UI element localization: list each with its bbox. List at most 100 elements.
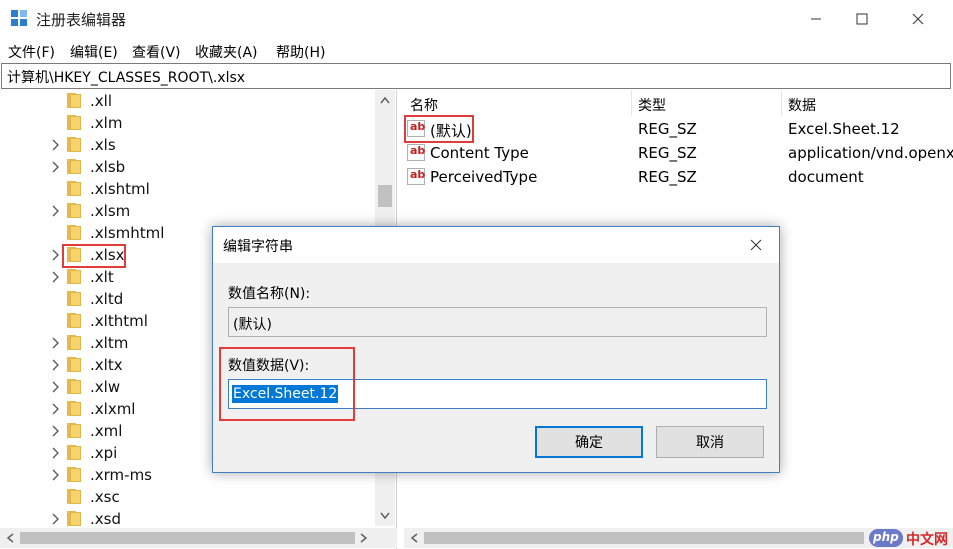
tree-item-label: .xlthtml: [90, 312, 148, 330]
chevron-right-icon[interactable]: [51, 424, 61, 438]
address-path: 计算机\HKEY_CLASSES_ROOT\.xlsx: [7, 70, 246, 86]
tree-scroll-thumb[interactable]: [378, 185, 392, 207]
selected-key-highlight: [62, 244, 126, 268]
address-bar[interactable]: 计算机\HKEY_CLASSES_ROOT\.xlsx: [1, 63, 951, 89]
tree-hscroll-thumb[interactable]: [20, 532, 355, 544]
tree-item[interactable]: .xsc: [0, 486, 375, 508]
chevron-right-icon[interactable]: [51, 358, 61, 372]
tree-item-label: .xltx: [90, 356, 123, 374]
tree-item-label: .xlshtml: [90, 180, 150, 198]
chevron-right-icon[interactable]: [51, 468, 61, 482]
menu-help[interactable]: 帮助(H): [276, 42, 325, 62]
folder-icon: [67, 115, 83, 130]
close-icon: [912, 13, 924, 25]
tree-item-label: .xll: [90, 92, 112, 110]
value-name: Content Type: [430, 144, 529, 162]
value-data-highlight: [219, 347, 355, 421]
column-header-name[interactable]: 名称: [404, 90, 632, 116]
value-row[interactable]: ab PerceivedType REG_SZ document: [404, 165, 953, 189]
tree-item-label: .xpi: [90, 444, 118, 462]
tree-item-label: .xlm: [90, 114, 123, 132]
folder-icon: [67, 203, 83, 218]
chevron-right-icon[interactable]: [51, 512, 61, 526]
ok-button[interactable]: 确定: [535, 426, 643, 458]
tree-item-label: .xlw: [90, 378, 121, 396]
folder-icon: [67, 467, 83, 482]
menu-favorites[interactable]: 收藏夹(A): [195, 42, 258, 62]
folder-icon: [67, 137, 83, 152]
tree-item[interactable]: .xlshtml: [0, 178, 375, 200]
close-button[interactable]: [895, 0, 941, 38]
tree-item[interactable]: .xll: [0, 90, 375, 112]
site-watermark: php 中文网: [869, 528, 953, 549]
tree-item[interactable]: .xlm: [0, 112, 375, 134]
chevron-right-icon[interactable]: [51, 204, 61, 218]
tree-item-label: .xlt: [90, 268, 114, 286]
menu-view[interactable]: 查看(V): [132, 42, 181, 62]
value-row[interactable]: ab (默认) REG_SZ Excel.Sheet.12: [404, 117, 953, 141]
dialog-title: 编辑字符串: [223, 239, 293, 255]
tree-item-label: .xsc: [90, 488, 120, 506]
string-value-icon: ab: [407, 168, 425, 185]
minimize-button[interactable]: [793, 0, 839, 38]
edit-string-dialog: 编辑字符串 数值名称(N): (默认) 数值数据(V): Excel.Sheet…: [212, 226, 780, 473]
tree-item-label: .xlsb: [90, 158, 126, 176]
window-titlebar: 注册表编辑器: [0, 0, 953, 38]
scroll-left-icon: [6, 533, 14, 543]
tree-item[interactable]: .xsd: [0, 508, 375, 530]
tree-item-label: .xls: [90, 136, 116, 154]
chevron-right-icon[interactable]: [51, 270, 61, 284]
column-header-type[interactable]: 类型: [632, 90, 782, 116]
menu-file[interactable]: 文件(F): [8, 42, 55, 62]
menu-bar: 文件(F) 编辑(E) 查看(V) 收藏夹(A) 帮助(H): [0, 38, 953, 63]
chevron-right-icon[interactable]: [51, 160, 61, 174]
folder-icon: [67, 159, 83, 174]
tree-item-label: .xlxml: [90, 400, 136, 418]
tree-item-label: .xltm: [90, 334, 129, 352]
scroll-right-icon: [360, 533, 368, 543]
list-hscroll-thumb[interactable]: [424, 532, 864, 544]
folder-icon: [67, 313, 83, 328]
value-row[interactable]: ab Content Type REG_SZ application/vnd.open…: [404, 141, 953, 165]
maximize-icon: [856, 13, 868, 25]
chevron-right-icon[interactable]: [51, 138, 61, 152]
value-name: PerceivedType: [430, 168, 538, 186]
tree-item-label: .xml: [90, 422, 123, 440]
folder-icon: [67, 401, 83, 416]
maximize-button[interactable]: [839, 0, 885, 38]
chevron-right-icon[interactable]: [51, 248, 61, 262]
watermark-text: 中文网: [906, 532, 948, 548]
tree-item-label: .xltd: [90, 290, 124, 308]
tree-item[interactable]: .xls: [0, 134, 375, 156]
value-data: Excel.Sheet.12: [788, 120, 900, 138]
tree-item[interactable]: .xlsm: [0, 200, 375, 222]
folder-icon: [67, 181, 83, 196]
php-logo: php: [869, 529, 903, 547]
folder-icon: [67, 423, 83, 438]
value-name-field: (默认): [228, 307, 767, 337]
tree-item[interactable]: .xlsb: [0, 156, 375, 178]
chevron-right-icon[interactable]: [51, 446, 61, 460]
scroll-up-icon: [380, 96, 390, 104]
chevron-right-icon[interactable]: [51, 336, 61, 350]
value-type: REG_SZ: [638, 168, 697, 186]
minimize-icon: [811, 18, 821, 20]
tree-horizontal-scrollbar[interactable]: [0, 528, 397, 548]
tree-item-label: .xsd: [90, 510, 121, 528]
value-data: document: [788, 168, 864, 186]
folder-icon: [67, 93, 83, 108]
column-header-data[interactable]: 数据: [782, 90, 953, 116]
chevron-right-icon[interactable]: [51, 402, 61, 416]
value-data: application/vnd.openx: [788, 144, 953, 162]
chevron-right-icon[interactable]: [51, 380, 61, 394]
folder-icon: [67, 335, 83, 350]
dialog-close-button[interactable]: [733, 227, 779, 263]
default-value-highlight: [404, 115, 474, 143]
value-type: REG_SZ: [638, 120, 697, 138]
value-type: REG_SZ: [638, 144, 697, 162]
value-name-label: 数值名称(N):: [228, 286, 311, 302]
cancel-button[interactable]: 取消: [656, 426, 764, 458]
menu-edit[interactable]: 编辑(E): [70, 42, 118, 62]
folder-icon: [67, 379, 83, 394]
scroll-down-icon: [380, 512, 390, 520]
